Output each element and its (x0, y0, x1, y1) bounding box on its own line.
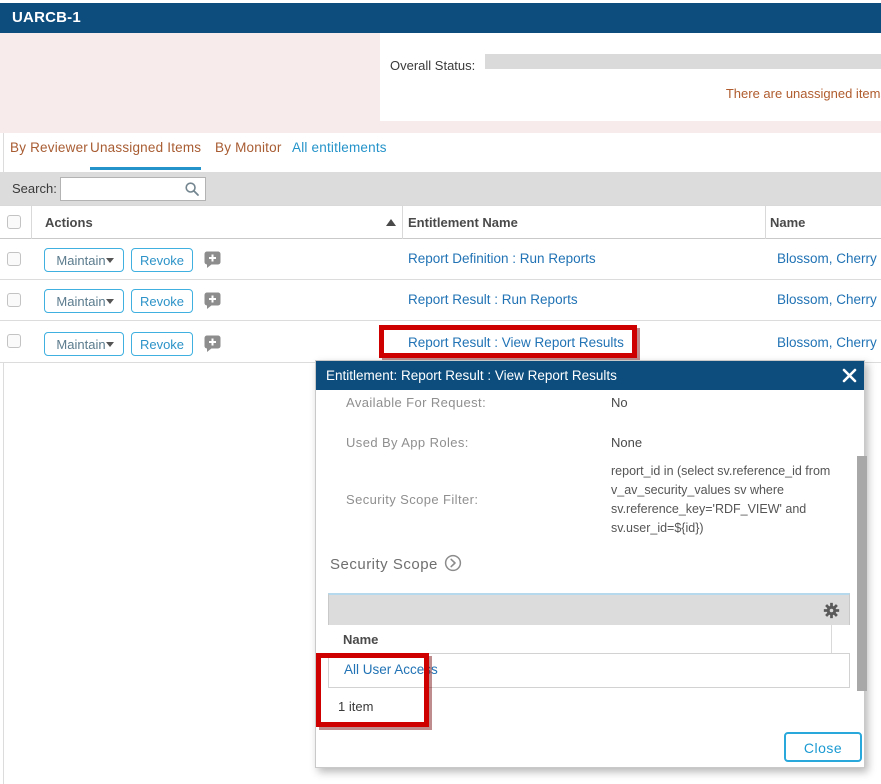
add-comment-icon[interactable] (204, 251, 221, 268)
security-scope-title-text: Security Scope (330, 556, 438, 573)
header-divider (402, 206, 403, 239)
reviewer-name-link[interactable]: Blossom, Cherry (777, 335, 877, 350)
field-value: None (611, 435, 642, 450)
overall-status-progressbar (485, 54, 881, 69)
caret-down-icon (106, 342, 114, 347)
search-icon[interactable] (184, 181, 200, 197)
revoke-button[interactable]: Revoke (131, 289, 193, 313)
gear-icon[interactable] (823, 602, 840, 619)
maintain-label: Maintain (56, 294, 105, 309)
search-label: Search: (12, 181, 57, 196)
tab-by-reviewer[interactable]: By Reviewer (10, 140, 88, 162)
table-header-row: Actions Entitlement Name Name (0, 205, 881, 239)
modal-header: Entitlement: Report Result : View Report… (316, 361, 864, 390)
tab-unassigned-items[interactable]: Unassigned Items (90, 140, 201, 170)
row-checkbox[interactable] (7, 334, 21, 348)
inner-table-header-row: Name (328, 625, 850, 654)
inner-header-divider (831, 625, 832, 653)
maintain-label: Maintain (56, 337, 105, 352)
caret-down-icon (106, 299, 114, 304)
inner-column-header-name[interactable]: Name (343, 632, 378, 647)
modal-scrollbar-thumb[interactable] (857, 456, 867, 691)
column-header-entitlement-name[interactable]: Entitlement Name (408, 215, 518, 230)
overall-status-panel: Overall Status: There are unassigned ite… (380, 33, 881, 121)
revoke-button[interactable]: Revoke (131, 248, 193, 272)
row-checkbox[interactable] (7, 252, 21, 266)
close-icon[interactable] (842, 368, 857, 383)
tab-all-entitlements[interactable]: All entitlements (292, 140, 387, 162)
add-comment-icon[interactable] (204, 292, 221, 309)
annotation-highlight-security-scope (316, 653, 429, 727)
field-label: Security Scope Filter: (346, 492, 478, 507)
table-row: Maintain Revoke Report Definition : Run … (0, 239, 881, 280)
reviewer-name-link[interactable]: Blossom, Cherry (777, 292, 877, 307)
overall-status-label: Overall Status: (390, 58, 475, 73)
annotation-highlight-entitlement (379, 325, 637, 358)
entitlement-link[interactable]: Report Result : Run Reports (408, 292, 578, 307)
maintain-label: Maintain (56, 253, 105, 268)
select-all-checkbox[interactable] (7, 215, 21, 229)
column-header-actions[interactable]: Actions (45, 215, 93, 230)
table-row: Maintain Revoke Report Result : Run Repo… (0, 280, 881, 321)
maintain-dropdown[interactable]: Maintain (44, 289, 124, 313)
maintain-dropdown[interactable]: Maintain (44, 332, 124, 356)
window-title-bar: UARCB-1 (0, 3, 881, 33)
revoke-button[interactable]: Revoke (131, 332, 193, 356)
search-bar: Search: (0, 172, 881, 205)
header-divider (765, 206, 766, 239)
field-value: No (611, 395, 628, 410)
column-header-name[interactable]: Name (770, 215, 805, 230)
modal-title: Entitlement: Report Result : View Report… (326, 361, 617, 390)
tab-by-monitor[interactable]: By Monitor (215, 140, 282, 162)
search-input[interactable] (64, 179, 183, 199)
table-toolbar (328, 593, 850, 625)
security-scope-section-title: Security Scope (330, 554, 462, 573)
close-button[interactable]: Close (784, 732, 862, 762)
maintain-dropdown[interactable]: Maintain (44, 248, 124, 272)
chevron-circle-icon[interactable] (444, 554, 462, 572)
page-title: UARCB-1 (12, 3, 81, 33)
add-comment-icon[interactable] (204, 335, 221, 352)
search-input-wrapper (60, 177, 206, 201)
unassigned-items-warning: There are unassigned items (726, 86, 881, 101)
security-scope-filter-value: report_id in (select sv.reference_id fro… (611, 462, 866, 538)
sort-ascending-icon[interactable] (386, 219, 396, 226)
entitlement-link[interactable]: Report Definition : Run Reports (408, 251, 596, 266)
reviewer-name-link[interactable]: Blossom, Cherry (777, 251, 877, 266)
field-label: Used By App Roles: (346, 435, 469, 450)
caret-down-icon (106, 258, 114, 263)
field-label: Available For Request: (346, 395, 486, 410)
row-checkbox[interactable] (7, 293, 21, 307)
